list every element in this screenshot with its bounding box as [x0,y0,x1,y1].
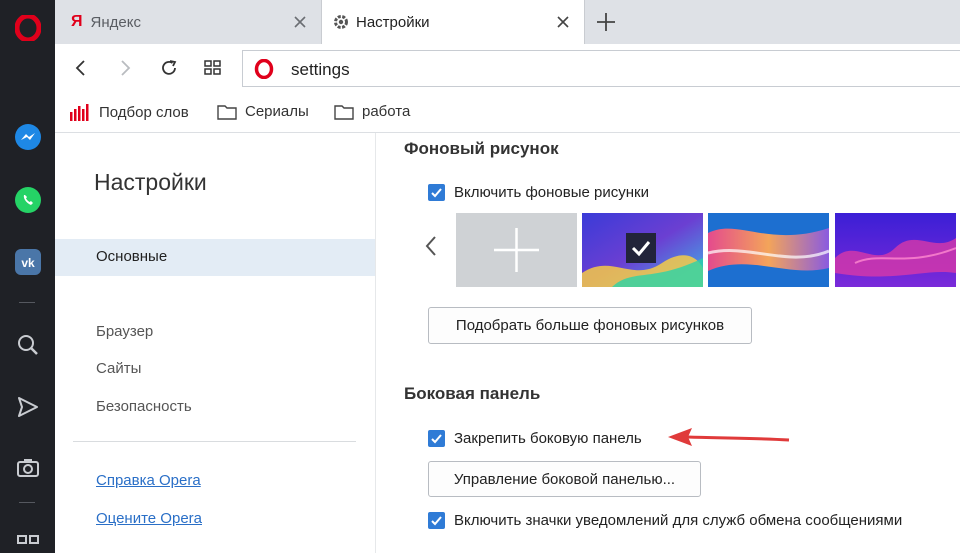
nav-item-basic[interactable]: Основные [55,239,375,276]
checkbox-label: Закрепить боковую панель [454,430,642,447]
add-background-tile[interactable] [456,213,577,287]
red-arrow-annotation [666,426,791,455]
nav-item-security[interactable]: Безопасность [96,398,192,415]
tab-bar: Я Яндекс Настройки [55,0,960,44]
opera-sidebar: vk [0,0,55,553]
opera-logo-icon [254,59,274,79]
checkbox-checked-icon [428,184,445,201]
checkbox-checked-icon [428,512,445,529]
nav-divider [73,441,356,442]
tab-label: Яндекс [90,13,141,31]
close-icon[interactable] [291,13,309,31]
vk-icon[interactable]: vk [0,242,55,282]
checkbox-label: Включить значки уведомлений для служб об… [454,512,903,529]
plus-icon [494,228,539,272]
bookmarks-bar: Подбор слов Сериалы работа [55,94,960,132]
settings-nav: Настройки Основные Браузер Сайты Безопас… [55,133,375,553]
bookmark-label: Сериалы [245,103,309,120]
nav-item-sites[interactable]: Сайты [96,360,141,377]
navigation-bar: settings [55,44,960,94]
bar-chart-icon [70,104,89,121]
address-bar[interactable]: settings [242,50,960,87]
bookmark-rabota[interactable]: работа [334,103,410,120]
settings-page: Настройки Основные Браузер Сайты Безопас… [55,132,960,553]
bookmark-podbor-slov[interactable]: Подбор слов [69,103,189,121]
help-link[interactable]: Справка Opera [96,472,201,489]
send-icon[interactable] [0,387,55,427]
manage-sidebar-button[interactable]: Управление боковой панелью... [428,461,701,497]
checkbox-checked-icon [428,430,445,447]
pin-sidebar-checkbox[interactable]: Закрепить боковую панель [428,430,642,447]
background-heading: Фоновый рисунок [404,139,559,158]
page-title: Настройки [94,169,207,195]
enable-backgrounds-checkbox[interactable]: Включить фоновые рисунки [428,184,649,201]
back-button[interactable] [67,54,95,82]
rate-link[interactable]: Оцените Opera [96,510,202,527]
close-icon[interactable] [554,13,572,31]
new-tab-plus-icon[interactable] [593,9,619,35]
chevron-left-icon[interactable] [424,235,438,262]
settings-main: Фоновый рисунок Включить фоновые рисунки [375,133,960,553]
more-backgrounds-button[interactable]: Подобрать больше фоновых рисунков [428,307,752,344]
tab-yandex[interactable]: Я Яндекс [59,0,321,44]
search-icon[interactable] [0,325,55,365]
folder-icon [217,104,237,120]
nav-item-browser[interactable]: Браузер [96,323,153,340]
forward-button[interactable] [111,54,139,82]
bookmark-label: Подбор слов [99,103,189,121]
checkbox-label: Включить фоновые рисунки [454,184,649,201]
folder-icon [334,104,354,120]
sidebar-heading: Боковая панель [404,384,541,403]
url-text: settings [291,60,350,79]
nav-item-label: Основные [96,248,168,265]
sidebar-separator [19,302,35,303]
svg-text:vk: vk [21,256,35,270]
tab-settings[interactable]: Настройки [321,0,585,44]
background-thumbnail[interactable] [835,213,956,287]
apps-icon[interactable] [0,530,55,553]
tab-label: Настройки [356,13,430,31]
bookmark-label: работа [362,103,411,120]
sidebar-separator [19,502,35,503]
reload-button[interactable] [155,54,183,82]
bookmark-serialy[interactable]: Сериалы [217,103,309,120]
whatsapp-icon[interactable] [0,180,55,220]
gear-icon [332,13,350,31]
speed-dial-grid-icon[interactable] [199,54,227,82]
yandex-favicon-icon: Я [71,13,83,30]
camera-icon[interactable] [0,448,55,488]
messenger-icon[interactable] [0,117,55,157]
background-thumbnail-selected[interactable] [582,213,703,287]
background-thumbnail[interactable] [708,213,829,287]
opera-logo-icon[interactable] [0,8,55,48]
messenger-notifications-checkbox[interactable]: Включить значки уведомлений для служб об… [428,512,902,529]
